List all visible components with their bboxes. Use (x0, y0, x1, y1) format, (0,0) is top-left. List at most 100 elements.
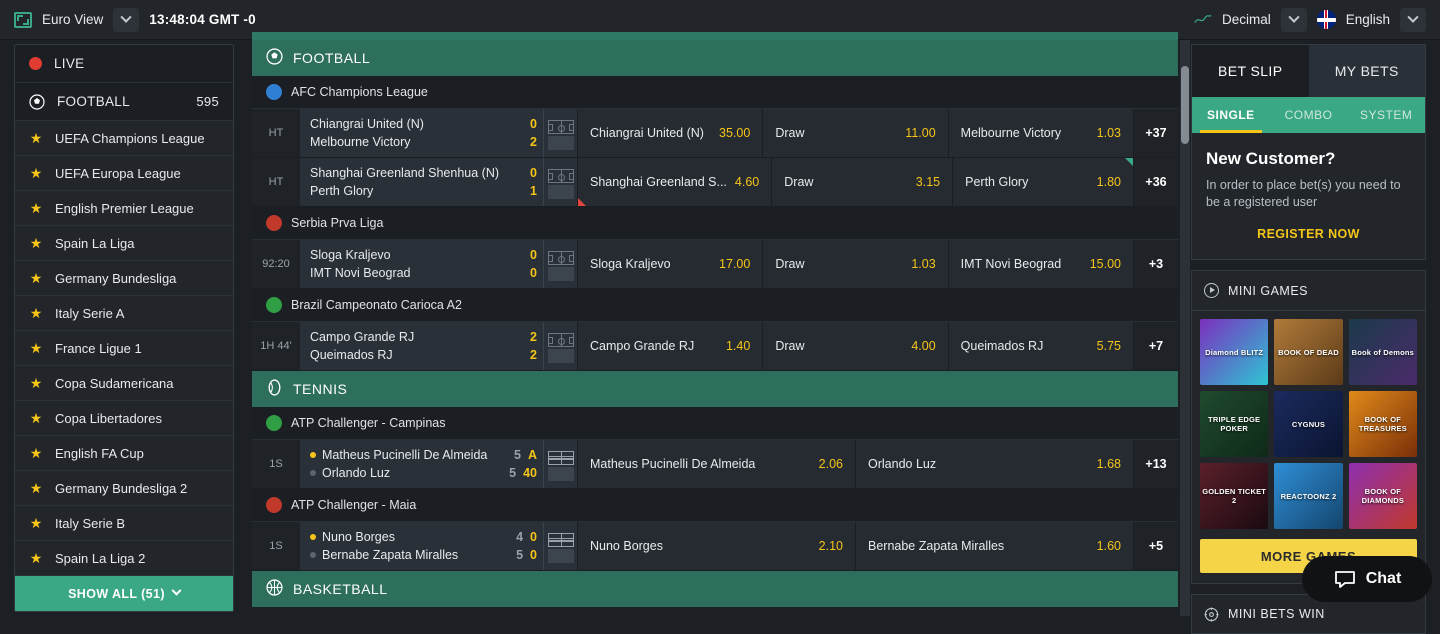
odds-cell[interactable]: Draw 3.15 (772, 158, 954, 206)
bet-slip-tab[interactable]: BET SLIP (1192, 45, 1309, 97)
mini-game-tile[interactable]: TRIPLE EDGE POKER (1200, 391, 1269, 457)
match-teams[interactable]: Sloga Kraljevo IMT Novi Beograd 0 0 (300, 240, 578, 288)
match-teams[interactable]: Chiangrai United (N) Melbourne Victory 0 2 (300, 109, 578, 157)
show-all-button[interactable]: SHOW ALL (51) (15, 576, 233, 611)
scrollbar-thumb[interactable] (1181, 66, 1189, 144)
odds-cell[interactable]: Draw 1.03 (763, 240, 949, 288)
sidebar-item-league[interactable]: ★ UEFA Europa League (15, 156, 233, 191)
mini-game-tile[interactable]: REACTOONZ 2 (1274, 463, 1343, 529)
away-set-score: 5 (509, 466, 517, 480)
sport-header[interactable]: FOOTBALL (252, 40, 1178, 76)
mini-game-tile[interactable]: GOLDEN TICKET 2 (1200, 463, 1269, 529)
sport-header[interactable]: TENNIS (252, 371, 1178, 407)
match-row: 1S Nuno Borges Bernabe Zapata Miralles 4 0 5 0… (252, 522, 1178, 571)
bet-slip-tab[interactable]: MY BETS (1308, 45, 1425, 97)
away-score: 2 (530, 348, 537, 362)
mini-game-tile[interactable]: Book of Demons (1348, 319, 1417, 385)
match-teams[interactable]: Matheus Pucinelli De Almeida Orlando Luz 5… (300, 440, 578, 488)
sidebar-item-league[interactable]: ★ Germany Bundesliga 2 (15, 471, 233, 506)
odds-cell[interactable]: Campo Grande RJ 1.40 (578, 322, 764, 370)
odds-value: 4.60 (734, 175, 760, 189)
more-markets-button[interactable]: +37 (1133, 109, 1178, 157)
more-markets-button[interactable]: +13 (1134, 440, 1178, 488)
sidebar-item-league[interactable]: ★ UEFA Champions League (15, 121, 233, 156)
chat-widget[interactable]: Chat (1302, 556, 1432, 602)
more-markets-button[interactable]: +36 (1134, 158, 1178, 206)
more-markets-button[interactable]: +3 (1133, 240, 1178, 288)
away-game-score: 0 (530, 548, 537, 562)
bet-slip-subtab[interactable]: COMBO (1270, 97, 1348, 133)
odds-cell[interactable]: Perth Glory 1.80 (953, 158, 1134, 206)
odds-cell[interactable]: Draw 4.00 (763, 322, 949, 370)
basketball-icon (266, 579, 283, 599)
match-visual[interactable] (543, 440, 577, 488)
odds-cell[interactable]: Nuno Borges 2.10 (578, 522, 856, 570)
star-icon: ★ (29, 550, 43, 566)
sidebar-item-league[interactable]: ★ Italy Serie A (15, 296, 233, 331)
sidebar-item-league[interactable]: ★ English Premier League (15, 191, 233, 226)
league-header[interactable]: ATP Challenger - Maia (252, 489, 1178, 522)
bet-slip-subtab[interactable]: SYSTEM (1347, 97, 1425, 133)
sidebar-item-label: Spain La Liga 2 (55, 550, 146, 566)
match-teams[interactable]: Nuno Borges Bernabe Zapata Miralles 4 0 5 0 (300, 522, 578, 570)
away-set-score: 5 (516, 548, 524, 562)
sidebar-item-league[interactable]: ★ Germany Bundesliga (15, 261, 233, 296)
odds-cell[interactable]: Chiangrai United (N) 35.00 (578, 109, 764, 157)
chevron-down-icon (120, 11, 132, 23)
odds-cell[interactable]: Sloga Kraljevo 17.00 (578, 240, 764, 288)
odds-cell[interactable]: Bernabe Zapata Miralles 1.60 (856, 522, 1134, 570)
sidebar-item-league[interactable]: ★ English FA Cup (15, 436, 233, 471)
match-visual[interactable] (543, 240, 577, 288)
bet-slip-subtab[interactable]: SINGLE (1192, 97, 1270, 133)
more-markets-button[interactable]: +7 (1133, 322, 1178, 370)
sport-header[interactable]: BASKETBALL (252, 571, 1178, 607)
home-set-score: 5 (514, 448, 521, 462)
stream-box-icon (547, 185, 574, 199)
sidebar-item-live[interactable]: LIVE (15, 45, 233, 83)
league-header[interactable]: ATP Challenger - Campinas (252, 407, 1178, 440)
odds-cell[interactable]: Melbourne Victory 1.03 (948, 109, 1134, 157)
mini-game-tile[interactable]: Diamond BLITZ (1200, 319, 1269, 385)
match-teams[interactable]: Shanghai Greenland Shenhua (N) Perth Glor… (300, 158, 578, 206)
match-teams[interactable]: Campo Grande RJ Queimados RJ 2 2 (300, 322, 578, 370)
odds-cell[interactable]: Orlando Luz 1.68 (856, 440, 1134, 488)
mini-game-tile[interactable]: BOOK OF TREASURES (1348, 391, 1417, 457)
mini-game-tile[interactable]: BOOK OF DEAD (1274, 319, 1343, 385)
odds-cell[interactable]: IMT Novi Beograd 15.00 (948, 240, 1134, 288)
language-dropdown[interactable] (1400, 7, 1426, 32)
away-team-row: Melbourne Victory (310, 133, 517, 151)
register-now-link[interactable]: REGISTER NOW (1206, 227, 1411, 241)
odds-cell[interactable]: Matheus Pucinelli De Almeida 2.06 (578, 440, 856, 488)
sidebar-item-league[interactable]: ★ Copa Libertadores (15, 401, 233, 436)
sidebar-item-league[interactable]: ★ Spain La Liga 2 (15, 541, 233, 576)
match-visual[interactable] (543, 158, 577, 206)
odds-cell[interactable]: Queimados RJ 5.75 (948, 322, 1134, 370)
star-icon: ★ (29, 445, 43, 461)
match-visual[interactable] (543, 522, 577, 570)
sidebar-item-label: English FA Cup (55, 445, 144, 461)
league-header[interactable]: AFC Champions League (252, 76, 1178, 109)
more-markets-button[interactable]: +5 (1134, 522, 1178, 570)
odds-selection-name: Chiangrai United (N) (590, 126, 704, 140)
sports-list: FOOTBALL AFC Champions League HT Chiangrai … (252, 40, 1178, 607)
star-icon: ★ (29, 305, 43, 321)
league-header[interactable]: Serbia Prva Liga (252, 207, 1178, 240)
sidebar-item-league[interactable]: ★ Spain La Liga (15, 226, 233, 261)
main-scrollbar[interactable] (1180, 40, 1190, 616)
sidebar-item-football[interactable]: FOOTBALL 595 (15, 83, 233, 121)
euro-view-dropdown[interactable] (113, 7, 140, 32)
sidebar-item-league[interactable]: ★ Italy Serie B (15, 506, 233, 541)
chat-bubble-icon (1334, 571, 1355, 588)
mini-game-tile[interactable]: BOOK OF DIAMONDS (1348, 463, 1417, 529)
sidebar-item-league[interactable]: ★ Copa Sudamericana (15, 366, 233, 401)
league-badge-icon (266, 297, 282, 313)
mini-game-tile[interactable]: CYGNUS (1274, 391, 1343, 457)
league-header[interactable]: Brazil Campeonato Carioca A2 (252, 289, 1178, 322)
odds-cell[interactable]: Shanghai Greenland S... 4.60 (578, 158, 773, 206)
sidebar-item-league[interactable]: ★ France Ligue 1 (15, 331, 233, 366)
match-visual[interactable] (543, 322, 577, 370)
sidebar-item-label: Spain La Liga (55, 235, 135, 251)
match-visual[interactable] (543, 109, 577, 157)
odds-format-dropdown[interactable] (1280, 7, 1307, 32)
odds-cell[interactable]: Draw 11.00 (763, 109, 949, 157)
